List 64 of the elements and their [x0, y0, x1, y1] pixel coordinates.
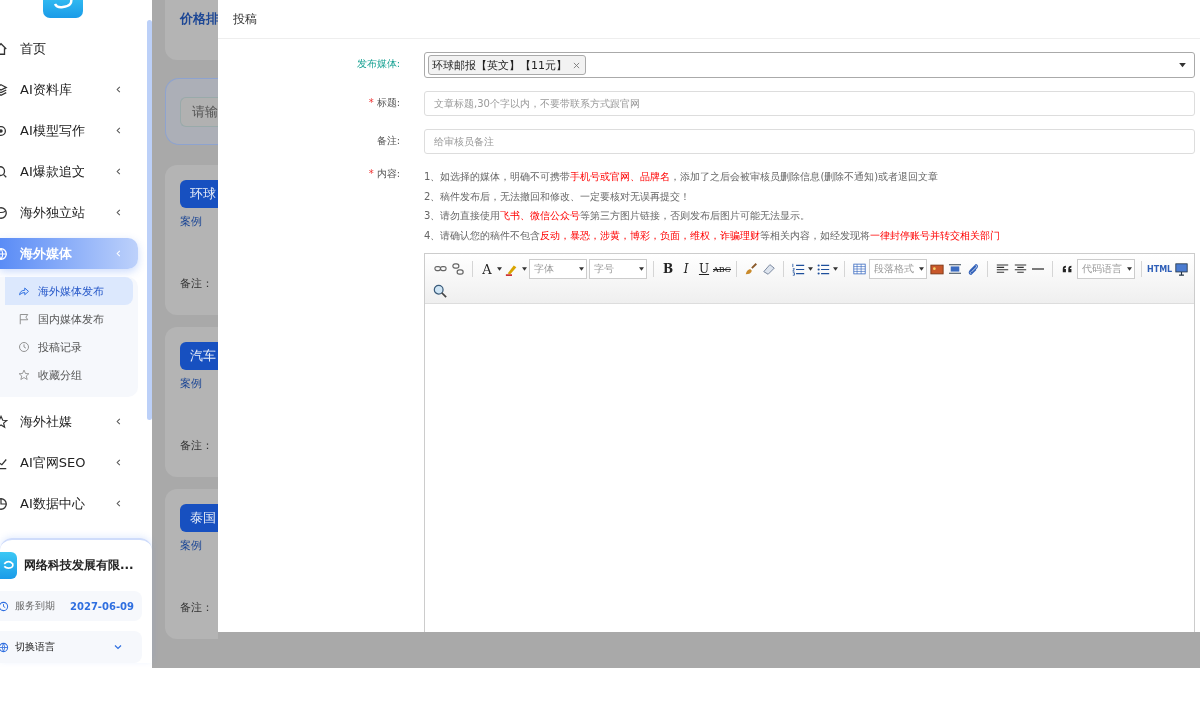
service-date: 2027-06-09 [70, 600, 134, 612]
star-icon [18, 369, 30, 381]
font-color-button[interactable]: A [478, 259, 496, 279]
language-switch[interactable]: 切换语言 [0, 631, 142, 663]
nav-item[interactable]: 海外独立站 [0, 192, 132, 233]
rule-note: 4、请确认您的稿件不包含反动，暴恐，涉黄，博彩，负面，维权，诈骗理财等相关内容，如经发现将一律封停账号并转交相关部门 [424, 228, 1002, 243]
rule-note: 2、稿件发布后，无法撤回和修改、一定要核对无误再提交！ [424, 189, 692, 204]
caret-icon[interactable] [1127, 267, 1132, 271]
italic-button[interactable]: I [677, 259, 695, 279]
field-label: 发布媒体: [355, 57, 401, 71]
field-label: * 内容: [367, 167, 401, 181]
service-label: 服务到期 [15, 599, 56, 613]
case-link[interactable]: 案例 [180, 376, 218, 391]
field-label: 备注: [375, 134, 401, 148]
bold-button[interactable]: B [659, 259, 677, 279]
nav-item[interactable]: AI官网SEO [0, 442, 132, 483]
search-field[interactable]: 请输 [180, 96, 218, 127]
html-button[interactable]: HTML [1147, 259, 1173, 279]
clock-icon [18, 341, 30, 353]
rule-note: 1、如选择的媒体，明确不可携带手机号或官网、品牌名，添加了之后会被审核员删除信息(删除不通知)或者退回文章 [424, 170, 940, 184]
nav-item[interactable]: AI数据中心 [0, 483, 132, 524]
nav-item[interactable]: AI爆款追文 [0, 151, 132, 192]
caret-icon[interactable] [579, 267, 584, 271]
strikethrough-button[interactable]: ABC [713, 259, 731, 279]
nav-item[interactable]: AI资料库 [0, 69, 132, 110]
caret-icon[interactable] [808, 267, 813, 271]
caret-icon[interactable] [522, 267, 527, 271]
rule-note: 3、请勿直接使用飞书、微信公众号等第三方图片链接，否则发布后图片可能无法显示。 [424, 209, 812, 223]
case-link[interactable]: 案例 [180, 538, 218, 553]
caret-icon[interactable] [497, 267, 502, 271]
company-name: 网络科技发展有限... [24, 557, 134, 574]
submenu-item[interactable]: 海外媒体发布 [5, 277, 133, 305]
dialog-title: 投稿 [233, 10, 257, 28]
media-button[interactable]: 汽车 [180, 342, 218, 370]
media-button[interactable]: 泰国 [180, 504, 218, 532]
sort-label[interactable]: 价格排 [180, 11, 218, 28]
media-button[interactable]: 环球 [180, 180, 218, 208]
submenu-item[interactable]: 收藏分组 [0, 361, 133, 389]
clock-icon [0, 600, 9, 612]
rich-text-editor[interactable]: A 字体 字号 B I U ABC 段落格式 代码语言 HTML [424, 253, 1196, 632]
text-field[interactable]: 文章标题,30个字以内，不要带联系方式跟官网 [424, 91, 1196, 116]
submenu-item[interactable]: 投稿记录 [0, 333, 133, 361]
scrollbar[interactable] [147, 20, 152, 420]
underline-button[interactable]: U [695, 259, 713, 279]
card-note: 备注： [180, 600, 214, 615]
media-select[interactable]: 环球邮报【英文】【11元】 [424, 52, 1196, 78]
field-label: * 标题: [367, 96, 401, 110]
globe-icon [0, 641, 9, 653]
share-icon [18, 285, 30, 297]
submenu-item[interactable]: 国内媒体发布 [0, 305, 133, 333]
nav-item[interactable]: AI模型写作 [0, 110, 132, 151]
card-note: 备注： [180, 276, 214, 291]
case-link[interactable]: 案例 [180, 214, 218, 229]
dropdown-icon [1179, 62, 1187, 68]
card-note: 备注： [180, 438, 214, 453]
flag-icon [18, 313, 30, 325]
nav-item[interactable]: 海外社媒 [0, 401, 132, 442]
caret-icon[interactable] [919, 267, 924, 271]
nav-item[interactable]: 首页 [0, 28, 132, 69]
media-tag: 环球邮报【英文】【11元】 [428, 55, 586, 75]
caret-icon[interactable] [833, 267, 838, 271]
close-icon[interactable] [573, 61, 580, 69]
caret-icon[interactable] [639, 267, 644, 271]
text-field[interactable]: 给审核员备注 [424, 129, 1196, 154]
